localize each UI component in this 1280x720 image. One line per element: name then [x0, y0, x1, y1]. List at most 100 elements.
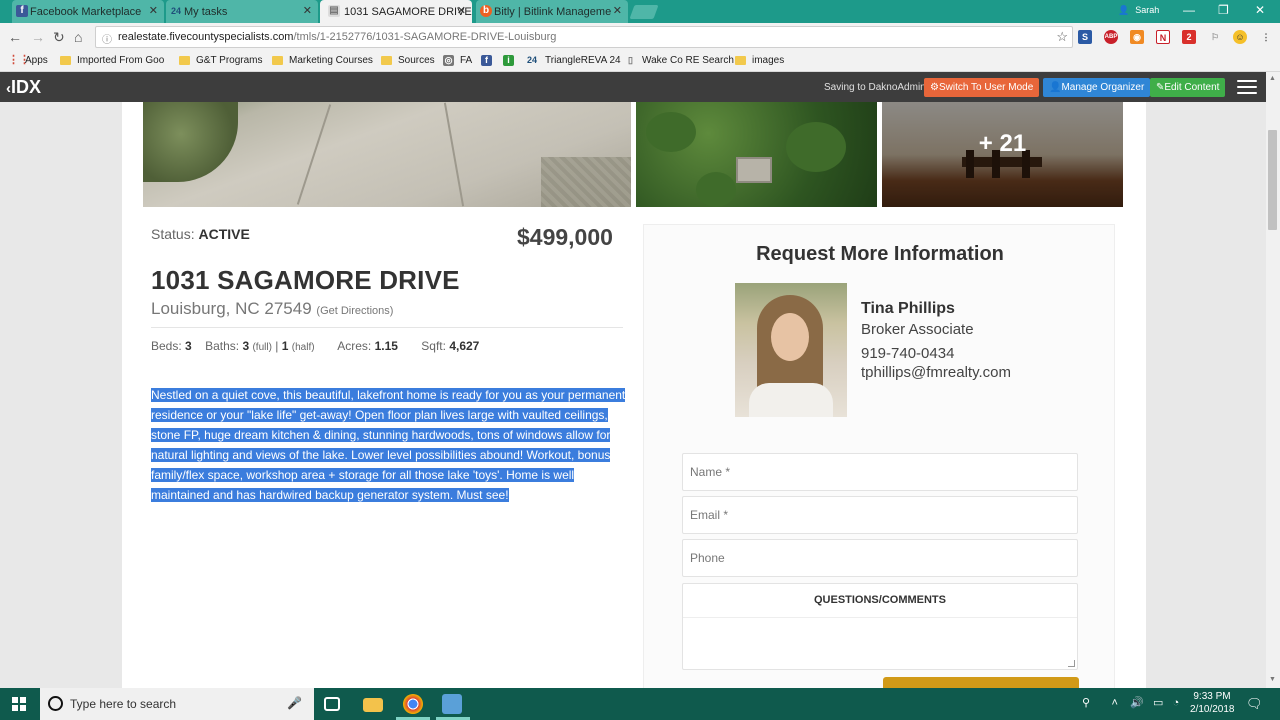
tab-facebook-marketplace[interactable]: f Facebook Marketplace ✕	[12, 0, 164, 23]
feedback-icon[interactable]: ⚐	[1208, 30, 1222, 44]
bookmark-label: Sources	[398, 55, 435, 66]
switch-to-user-mode-button[interactable]: ⚙Switch To User Mode	[924, 78, 1040, 97]
baths-label: Baths:	[205, 339, 240, 353]
bookmark-star-icon[interactable]: ☆	[1056, 29, 1068, 45]
scroll-thumb[interactable]	[1268, 130, 1277, 230]
agent-phone[interactable]: 919-740-0434	[861, 345, 954, 362]
comments-textarea[interactable]: QUESTIONS/COMMENTS	[682, 583, 1078, 670]
extension-badge-count: 2	[1186, 32, 1192, 42]
window-close-icon[interactable]: ✕	[1255, 3, 1265, 17]
baths-full-suffix: (full)	[252, 342, 272, 353]
bookmark-sources[interactable]: Sources	[381, 55, 435, 66]
scroll-up-icon[interactable]: ▲	[1269, 75, 1276, 82]
menu-dots-icon[interactable]: ⋮	[1259, 30, 1273, 44]
photo-detail	[736, 157, 772, 183]
notifications-icon[interactable]: 🗨	[1246, 696, 1263, 712]
url-path: /tmls/1-2152776/1031-SAGAMORE-DRIVE-Loui…	[293, 31, 557, 43]
reload-icon[interactable]: ↻	[53, 29, 65, 46]
profile-button[interactable]: 👤 Sarah	[1118, 5, 1159, 16]
close-icon[interactable]: ✕	[149, 4, 158, 17]
listing-photo-interior[interactable]: + 21	[882, 102, 1123, 207]
listing-address: 1031 SAGAMORE DRIVE	[151, 265, 460, 295]
url-host: realestate.fivecountyspecialists.com	[118, 31, 294, 43]
resize-handle-icon[interactable]	[1068, 660, 1075, 667]
bookmark-triangle-reva[interactable]: 24 TriangleREVA 24	[525, 55, 621, 66]
tab-bitly[interactable]: b Bitly | Bitlink Manageme ✕	[476, 0, 628, 23]
battery-icon[interactable]: ▭	[1153, 697, 1163, 709]
app-window-icon[interactable]	[442, 694, 462, 714]
status-value: ACTIVE	[198, 226, 250, 242]
tab-listing[interactable]: ▤ 1031 SAGAMORE DRIVE ✕	[320, 0, 472, 23]
url-input[interactable]: ⓘ realestate.fivecountyspecialists.com/t…	[95, 26, 1073, 48]
address-bar-row: ← → ↻ ⌂ ⓘ realestate.fivecountyspecialis…	[0, 23, 1280, 51]
bookmark-gt-programs[interactable]: G&T Programs	[179, 55, 263, 66]
bookmark-images[interactable]: images	[735, 55, 784, 66]
submit-button[interactable]	[883, 677, 1079, 688]
listing-description: Nestled on a quiet cove, this beautiful,…	[151, 385, 629, 505]
minimize-icon[interactable]: —	[1183, 3, 1195, 17]
windows-start-icon[interactable]	[12, 697, 26, 711]
email-input[interactable]: Email *	[682, 496, 1078, 534]
idx-admin-bar: ‹IDX Saving to DaknoAdmin ⚙Switch To Use…	[0, 72, 1280, 102]
s-ext-icon[interactable]: S	[1078, 30, 1092, 44]
bookmark-apps[interactable]: ⋮⋮ Apps	[8, 55, 48, 67]
tab-my-tasks[interactable]: 24 My tasks ✕	[166, 0, 318, 23]
wifi-icon[interactable]: ◔	[1173, 697, 1180, 709]
home-icon[interactable]: ⌂	[74, 29, 82, 45]
back-icon[interactable]: ←	[8, 29, 22, 45]
scroll-down-icon[interactable]: ▼	[1269, 676, 1276, 683]
acres-label: Acres:	[337, 339, 372, 353]
chevron-up-icon[interactable]: ˄	[1111, 697, 1117, 709]
button-label: Edit Content	[1164, 82, 1220, 93]
taskbar-search-input[interactable]: Type here to search 🎤	[40, 688, 314, 720]
edit-content-button[interactable]: ✎Edit Content	[1150, 78, 1226, 97]
bookmark-label: Imported From Goo	[77, 55, 165, 66]
task-view-icon[interactable]	[324, 697, 340, 711]
adblock-icon[interactable]: ABP	[1104, 30, 1118, 44]
photo-detail	[646, 112, 696, 152]
divider	[151, 327, 623, 328]
page-icon: ▤	[328, 5, 340, 17]
rss-icon[interactable]: ◉	[1130, 30, 1144, 44]
close-icon[interactable]: ✕	[613, 4, 622, 17]
new-tab-button[interactable]	[629, 5, 659, 19]
volume-icon[interactable]: 🔊	[1130, 697, 1144, 709]
chrome-icon[interactable]	[403, 694, 423, 714]
bookmark-label: TriangleREVA 24	[545, 55, 621, 66]
bookmark-marketing-courses[interactable]: Marketing Courses	[272, 55, 373, 66]
listing-photo-driveway[interactable]	[143, 102, 631, 207]
manage-organizer-button[interactable]: 👤Manage Organizer	[1043, 78, 1151, 97]
n-ext-icon[interactable]: N	[1156, 30, 1170, 44]
page-scrollbar[interactable]: ▲ ▼	[1266, 72, 1280, 688]
twentyfour-icon: 24	[526, 55, 537, 65]
bookmark-imported[interactable]: Imported From Goo	[60, 55, 164, 66]
hamburger-menu-icon[interactable]	[1237, 80, 1257, 94]
photo-detail	[749, 383, 833, 417]
comments-label: QUESTIONS/COMMENTS	[813, 594, 946, 606]
bookmark-fa[interactable]: ◎ FA	[443, 55, 472, 66]
more-photos-count[interactable]: + 21	[882, 130, 1123, 158]
get-directions-link[interactable]: (Get Directions)	[316, 305, 393, 317]
forward-icon[interactable]: →	[31, 29, 45, 45]
microphone-icon[interactable]: 🎤	[287, 696, 302, 710]
close-icon[interactable]: ✕	[457, 4, 466, 17]
bookmark-facebook[interactable]: f	[481, 55, 498, 66]
close-icon[interactable]: ✕	[303, 4, 312, 17]
badge-ext-icon[interactable]: 2	[1182, 30, 1196, 44]
phone-input[interactable]: Phone	[682, 539, 1078, 577]
camera-icon: ◎	[443, 55, 454, 66]
bookmark-green[interactable]: i	[503, 55, 520, 66]
agent-email[interactable]: tphillips@fmrealty.com	[861, 364, 1011, 381]
people-icon[interactable]: ⚲	[1082, 697, 1090, 709]
page-viewport: + 21 Status: ACTIVE $499,000 1031 SAGAMO…	[0, 102, 1280, 688]
taskbar-clock[interactable]: 9:33 PM 2/10/2018	[1190, 690, 1235, 716]
bookmark-wake-co[interactable]: ▯ Wake Co RE Search	[625, 55, 734, 66]
name-input[interactable]: Name *	[682, 453, 1078, 491]
file-explorer-icon[interactable]	[363, 698, 383, 712]
baths-half-suffix: (half)	[291, 342, 315, 353]
emoji-icon[interactable]: ☺	[1233, 30, 1247, 44]
maximize-icon[interactable]: ❐	[1218, 3, 1229, 17]
listing-photo-aerial[interactable]	[636, 102, 877, 207]
idx-logo[interactable]: ‹IDX	[6, 77, 41, 98]
bookmark-label: Wake Co RE Search	[642, 55, 734, 66]
